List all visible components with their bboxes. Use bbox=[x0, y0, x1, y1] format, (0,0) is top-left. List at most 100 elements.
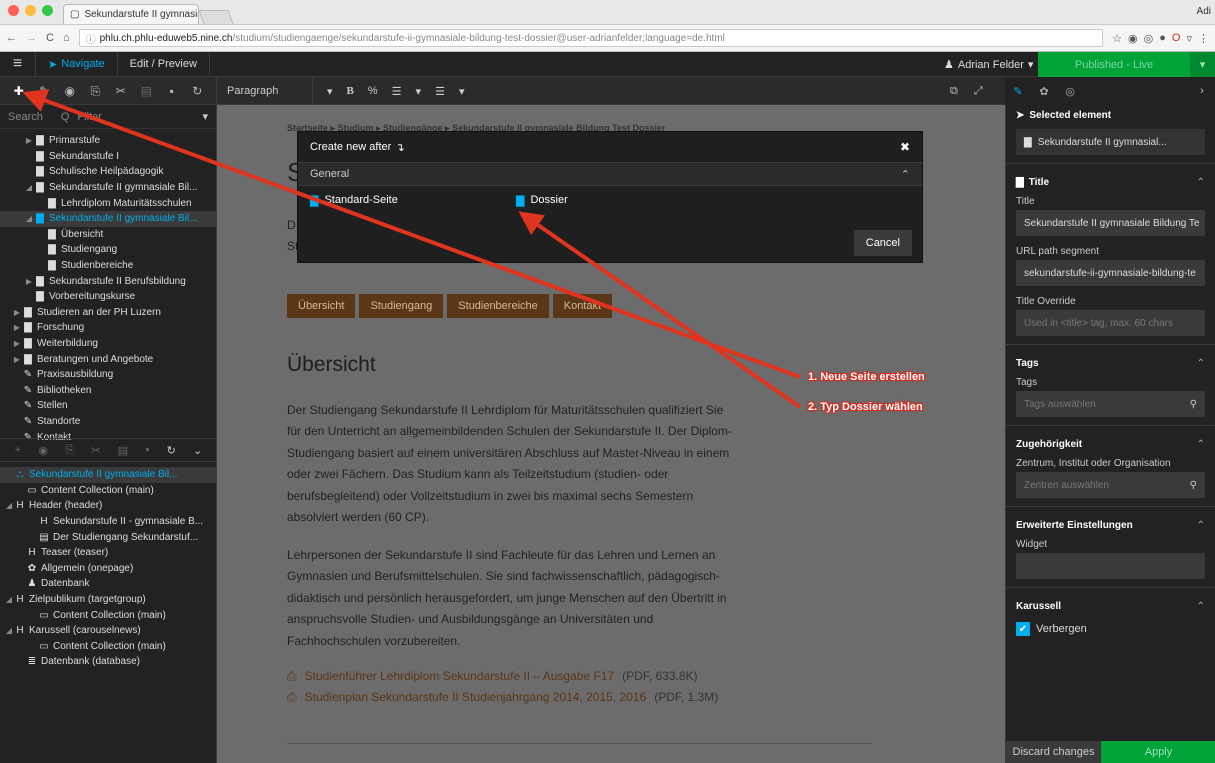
open-external-icon[interactable]: ⧉ bbox=[950, 85, 958, 98]
section-heading[interactable]: Übersicht bbox=[287, 353, 376, 377]
delete-trash-icon[interactable]: ▪ bbox=[164, 84, 180, 98]
copy-icon[interactable]: ⎘ bbox=[65, 444, 74, 457]
paragraph-1[interactable]: Der Studiengang Sekundarstufe II Lehrdip… bbox=[287, 400, 737, 528]
extension-icon[interactable]: ◎ bbox=[1144, 32, 1154, 45]
title-section-header[interactable]: ▇ Title ⌃ bbox=[1016, 172, 1205, 192]
node-type-standard-seite[interactable]: ▇ Standard-Seite bbox=[310, 194, 516, 207]
tree-toggle-icon[interactable]: ▶ bbox=[12, 339, 22, 348]
publish-button[interactable]: Published - Live bbox=[1038, 52, 1190, 77]
download-link[interactable]: Studienführer Lehrdiplom Sekundarstufe I… bbox=[305, 666, 615, 687]
tree-node[interactable]: ▇ Lehrdiplom Maturitätsschulen bbox=[0, 195, 216, 211]
download-link[interactable]: Studienplan Sekundarstufe II Studienjahr… bbox=[305, 687, 647, 708]
unordered-list-icon[interactable]: ☰ bbox=[435, 85, 445, 98]
tags-select[interactable]: Tags auswählen ⚲ bbox=[1016, 391, 1205, 417]
erweiterte-einstellungen-header[interactable]: Erweiterte Einstellungen ⌃ bbox=[1016, 515, 1205, 535]
minimize-window-button[interactable] bbox=[25, 5, 36, 16]
tree-node[interactable]: ⛬ Sekundarstufe II gymnasiale Bil... bbox=[0, 467, 216, 483]
refresh-icon[interactable]: ↻ bbox=[189, 84, 205, 98]
tags-section-header[interactable]: Tags ⌃ bbox=[1016, 353, 1205, 373]
tree-node[interactable]: ▇ Studiengang bbox=[0, 242, 216, 258]
home-icon[interactable]: ⌂ bbox=[63, 32, 70, 44]
caret-down-icon[interactable]: ▾ bbox=[416, 85, 422, 98]
zugehoerigkeit-section-header[interactable]: Zugehörigkeit ⌃ bbox=[1016, 434, 1205, 454]
link-icon[interactable]: % bbox=[368, 85, 378, 97]
tree-node[interactable]: ▇ Vorbereitungskurse bbox=[0, 289, 216, 305]
tree-node[interactable]: ✎ Stellen bbox=[0, 398, 216, 414]
tree-node[interactable]: ◢ H Header (header) bbox=[0, 498, 216, 514]
tree-toggle-icon[interactable]: ◢ bbox=[4, 501, 14, 510]
tree-node[interactable]: ✎ Bibliotheken bbox=[0, 383, 216, 399]
node-type-group[interactable]: General ⌃ bbox=[298, 162, 922, 186]
karussell-section-header[interactable]: Karussell ⌃ bbox=[1016, 596, 1205, 616]
new-tab-button[interactable] bbox=[198, 10, 234, 24]
page-tab-studiengang[interactable]: Studiengang bbox=[359, 294, 444, 318]
reload-icon[interactable]: C bbox=[46, 32, 54, 44]
verbergen-checkbox[interactable]: ✔ Verbergen bbox=[1016, 622, 1205, 636]
cut-icon[interactable]: ✂ bbox=[113, 84, 129, 98]
publish-dropdown-icon[interactable]: ▾ bbox=[1190, 52, 1215, 77]
add-node-icon[interactable]: + bbox=[15, 444, 21, 456]
search-input[interactable]: Search bbox=[8, 111, 43, 123]
url-path-input[interactable]: sekundarstufe-ii-gymnasiale-bildung-te bbox=[1016, 260, 1205, 286]
navigate-button[interactable]: ➤ Navigate bbox=[36, 51, 118, 77]
tree-node[interactable]: ▇ Sekundarstufe I bbox=[0, 149, 216, 165]
widget-field[interactable] bbox=[1016, 553, 1205, 579]
close-window-button[interactable] bbox=[8, 5, 19, 16]
discard-changes-button[interactable]: Discard changes bbox=[1006, 741, 1101, 763]
tree-node[interactable]: ♟ Datenbank bbox=[0, 576, 216, 592]
tree-node[interactable]: ✎ Praxisausbildung bbox=[0, 367, 216, 383]
filter-icon[interactable]: Q bbox=[61, 111, 70, 123]
hide-eye-icon[interactable]: ◉ bbox=[38, 444, 48, 457]
browser-tab[interactable]: ▢ Sekundarstufe II gymnasiale Bi × bbox=[63, 4, 199, 24]
page-tab-kontakt[interactable]: Kontakt bbox=[552, 294, 613, 318]
maximize-window-button[interactable] bbox=[42, 5, 53, 16]
address-bar[interactable]: ⓘ phlu.ch.phlu-eduweb5.nine.ch/studium/s… bbox=[78, 29, 1104, 47]
tree-node[interactable]: ≣ Datenbank (database) bbox=[0, 654, 216, 670]
add-node-icon[interactable]: ✚ bbox=[11, 84, 27, 98]
profile-name[interactable]: Adi bbox=[1197, 6, 1211, 17]
tree-node[interactable]: ▶ ▇ Weiterbildung bbox=[0, 336, 216, 352]
tree-node[interactable]: ✎ Standorte bbox=[0, 414, 216, 430]
tree-toggle-icon[interactable]: ◢ bbox=[4, 595, 14, 604]
bookmark-star-icon[interactable]: ☆ bbox=[1112, 32, 1122, 45]
tree-toggle-icon[interactable]: ▶ bbox=[12, 323, 22, 332]
title-input[interactable]: Sekundarstufe II gymnasiale Bildung Te bbox=[1016, 210, 1205, 236]
tree-node[interactable]: H Sekundarstufe II - gymnasiale B... bbox=[0, 514, 216, 530]
cut-icon[interactable]: ✂ bbox=[91, 444, 100, 457]
paste-icon[interactable]: ▤ bbox=[118, 444, 128, 457]
fullscreen-icon[interactable]: ⤢ bbox=[974, 85, 983, 98]
tree-node[interactable]: ▇ Übersicht bbox=[0, 227, 216, 243]
tree-node[interactable]: ✿ Allgemein (onepage) bbox=[0, 561, 216, 577]
tree-node[interactable]: ◢ H Karussell (carouselnews) bbox=[0, 623, 216, 639]
copy-icon[interactable]: ⎘ bbox=[87, 84, 103, 99]
tree-toggle-icon[interactable]: ◢ bbox=[24, 183, 34, 192]
tree-node[interactable]: ▶ ▇ Primarstufe bbox=[0, 133, 216, 149]
tree-toggle-icon[interactable]: ▶ bbox=[12, 308, 22, 317]
edit-pencil-icon[interactable]: ✎ bbox=[36, 84, 52, 98]
tree-node[interactable]: ▶ ▇ Studieren an der PH Luzern bbox=[0, 305, 216, 321]
ordered-list-icon[interactable]: ☰ bbox=[392, 85, 402, 98]
tree-node[interactable]: ▇ Studienbereiche bbox=[0, 258, 216, 274]
opera-icon[interactable]: O bbox=[1172, 32, 1181, 45]
cancel-button[interactable]: Cancel bbox=[853, 230, 912, 256]
tree-node[interactable]: ▇ Schulische Heilpädagogik bbox=[0, 164, 216, 180]
caret-down-icon[interactable]: ▾ bbox=[327, 85, 333, 98]
close-icon[interactable]: ✖ bbox=[900, 140, 910, 154]
tree-node[interactable]: ◢ ▇ Sekundarstufe II gymnasiale Bil... bbox=[0, 180, 216, 196]
forward-icon[interactable]: → bbox=[26, 32, 37, 44]
filter-label[interactable]: Filter bbox=[77, 111, 101, 123]
tree-node[interactable]: ▭ Content Collection (main) bbox=[0, 607, 216, 623]
apply-button[interactable]: Apply bbox=[1101, 741, 1215, 763]
filter-dropdown-icon[interactable]: ▾ bbox=[202, 110, 208, 123]
tree-node[interactable]: ▭ Content Collection (main) bbox=[0, 639, 216, 655]
page-tab-uebersicht[interactable]: Übersicht bbox=[287, 294, 356, 318]
tree-node[interactable]: ▶ ▇ Forschung bbox=[0, 320, 216, 336]
user-menu[interactable]: ♟ Adrian Felder ▾ bbox=[944, 52, 1033, 77]
hamburger-menu-icon[interactable]: ≡ bbox=[0, 51, 36, 77]
back-icon[interactable]: ← bbox=[6, 32, 17, 44]
tree-node[interactable]: ▶ ▇ Sekundarstufe II Berufsbildung bbox=[0, 273, 216, 289]
inspector-edit-pencil-icon[interactable]: ✎ bbox=[1005, 85, 1031, 98]
inspector-target-icon[interactable]: ◎ bbox=[1057, 85, 1083, 98]
tree-toggle-icon[interactable]: ▶ bbox=[24, 136, 34, 145]
paragraph-select[interactable]: Paragraph bbox=[227, 77, 313, 105]
